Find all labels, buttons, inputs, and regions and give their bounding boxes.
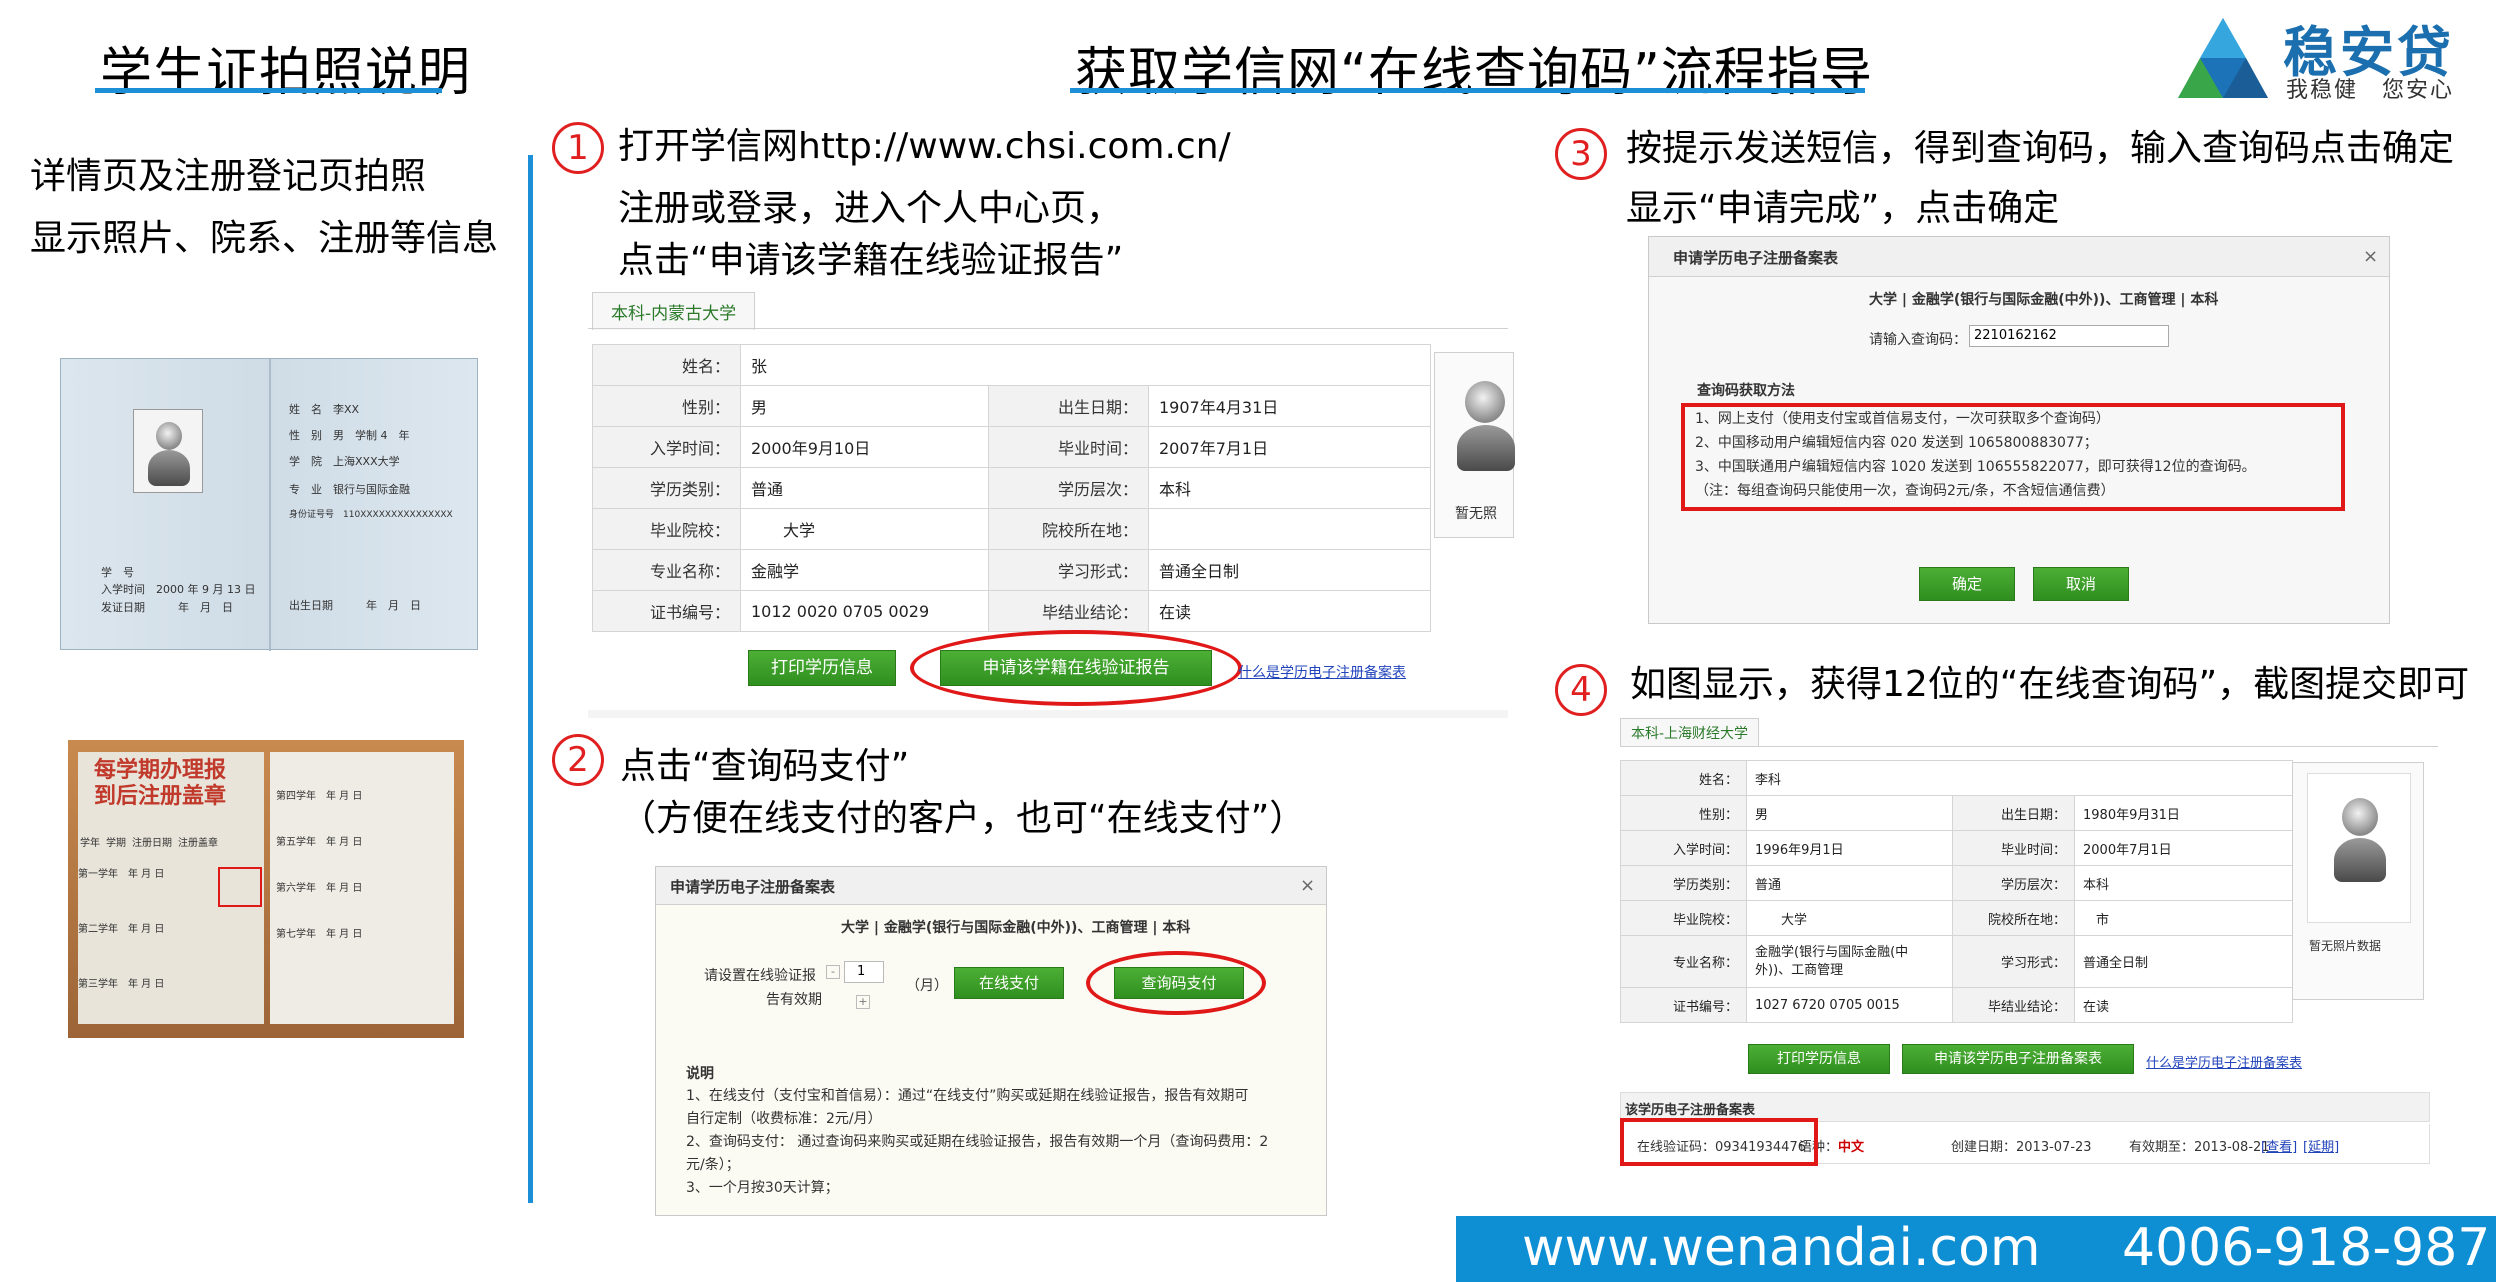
step3-line1: 按提示发送短信，得到查询码，输入查询码点击确定 <box>1626 128 2455 169</box>
shot3-dialog-title: 申请学历电子注册备案表 <box>1649 237 2389 277</box>
card-portrait <box>133 409 203 493</box>
screenshot-step2: 申请学历电子注册备案表 × 大学 | 金融学(银行与国际金融(中外))、工商管理… <box>655 866 1327 1216</box>
step3-line2: 显示“申请完成”，点击确定 <box>1626 188 2060 229</box>
left-section-title: 学生证拍照说明 <box>100 43 472 103</box>
step1-number: 1 <box>552 122 604 174</box>
screenshot-step3: 申请学历电子注册备案表 × 大学 | 金融学(银行与国际金融(中外))、工商管理… <box>1648 236 2390 624</box>
shot4-what-is-link[interactable]: 什么是学历电子注册备案表 <box>2146 1052 2302 1071</box>
shot4-tab: 本科-上海财经大学 <box>1620 718 1760 747</box>
step1-line2: 注册或登录，进入个人中心页， <box>618 188 1123 229</box>
shot4-print-button[interactable]: 打印学历信息 <box>1748 1044 1890 1074</box>
step4-line1: 如图显示，获得12位的“在线查询码”，截图提交即可 <box>1630 664 2470 705</box>
shot4-photo: 暂无照片数据 <box>2292 762 2424 1000</box>
step2-line2: （方便在线支付的客户，也可“在线支付”） <box>620 798 1306 839</box>
shot2-notes: 1、在线支付（支付宝和首信易）：通过“在线支付”购买或延期在线验证报告，报告有效… <box>686 1088 1269 1196</box>
shot4-info-table: 姓名： 李科 性别：男出生日期： 1980年9月31日 入学时间： 1996年9月1日… <box>1620 760 2293 1023</box>
shot1-highlight-ring <box>910 630 1242 706</box>
step2-number: 2 <box>552 734 604 786</box>
reg-book-right-page: 第四学年 年 月 日 第五学年 年 月 日 第六学年 年 月 日 第七学年 年 … <box>270 752 454 1024</box>
student-card-photo: 姓 名 李XX 性 别 男 学制 4 年 学 院 上海XXX大学 专 业 银行与… <box>60 358 478 651</box>
shot3-cancel-button[interactable]: 取消 <box>2033 567 2129 601</box>
shot2-months-input[interactable]: 1 <box>844 961 884 983</box>
shot3-close-icon[interactable]: × <box>2363 246 2378 267</box>
footer-website[interactable]: www.wenandai.com <box>1522 1218 2041 1278</box>
shot2-subtitle: 大学 | 金融学(银行与国际金融(中外))、工商管理 | 本科 <box>841 920 1191 936</box>
shot1-tab: 本科-内蒙古大学 <box>592 292 756 330</box>
step3-number: 3 <box>1555 128 1607 180</box>
shot4-code-highlight <box>1620 1118 1818 1166</box>
shot2-online-pay-button[interactable]: 在线支付 <box>954 967 1064 999</box>
shot2-highlight-ring <box>1086 951 1266 1015</box>
footer-bar: www.wenandai.com 4006-918-987 <box>1456 1216 2496 1282</box>
registration-book-photo: 每学期办理报到后注册盖章 学年 学期 注册日期 注册盖章 第一学年 年 月 日 … <box>68 740 464 1038</box>
shot3-subtitle: 大学 | 金融学(银行与国际金融(中外))、工商管理 | 本科 <box>1869 292 2219 308</box>
shot3-code-input[interactable]: 2210162162 <box>1969 325 2169 347</box>
left-title-underline <box>95 88 442 93</box>
step2-line1: 点击“查询码支付” <box>620 746 910 787</box>
main-title-underline <box>1070 88 1865 93</box>
logo-slogan: 我稳健 您安心 <box>2286 78 2455 103</box>
shot4-view-link[interactable]: [查看] <box>2261 1136 2297 1155</box>
logo-mark-icon <box>2168 14 2278 104</box>
left-desc-line1: 详情页及注册登记页拍照 <box>30 156 427 197</box>
shot2-minus-button[interactable]: - <box>826 965 840 979</box>
shot4-apply-button[interactable]: 申请该学历电子注册备案表 <box>1902 1044 2134 1074</box>
shot4-extend-link[interactable]: [延期] <box>2303 1136 2339 1155</box>
divider-line <box>528 155 533 1203</box>
shot2-plus-button[interactable]: + <box>856 995 870 1009</box>
step1-line1: 打开学信网http://www.chsi.com.cn/ <box>618 126 1231 167</box>
shot3-confirm-button[interactable]: 确定 <box>1919 567 2015 601</box>
shot1-info-table: 姓名：张 性别：男出生日期： 1907年4月31日 入学时间： 2000年9月10日… <box>592 344 1431 632</box>
footer-phone: 4006-918-987 <box>2122 1218 2491 1278</box>
shot3-methods: 1、网上支付（使用支付宝或首信易支付，一次可获取多个查询码） 2、中国移动用户编… <box>1695 411 2256 499</box>
shot1-what-is-link[interactable]: 什么是学历电子注册备案表 <box>1238 662 1406 682</box>
step4-number: 4 <box>1555 664 1607 716</box>
reg-book-left-page: 每学期办理报到后注册盖章 学年 学期 注册日期 注册盖章 第一学年 年 月 日 … <box>78 752 264 1024</box>
shot1-photo: 暂无照 <box>1434 352 1515 538</box>
screenshot-step1: 本科-内蒙古大学 姓名：张 性别：男出生日期： 1907年4月31日 入学时间： 2… <box>588 292 1515 722</box>
screenshot-step4: 本科-上海财经大学 姓名： 李科 性别：男出生日期： 1980年9月31日 入学时间… <box>1620 718 2438 1170</box>
left-desc-line2: 显示照片、院系、注册等信息 <box>30 218 499 259</box>
shot2-dialog-title: 申请学历电子注册备案表 <box>656 867 1326 905</box>
step1-line3: 点击“申请该学籍在线验证报告” <box>618 240 1124 281</box>
main-title: 获取学信网“在线查询码”流程指导 <box>1075 43 1873 103</box>
shot1-print-button[interactable]: 打印学历信息 <box>748 650 896 686</box>
shot2-close-icon[interactable]: × <box>1300 875 1315 896</box>
